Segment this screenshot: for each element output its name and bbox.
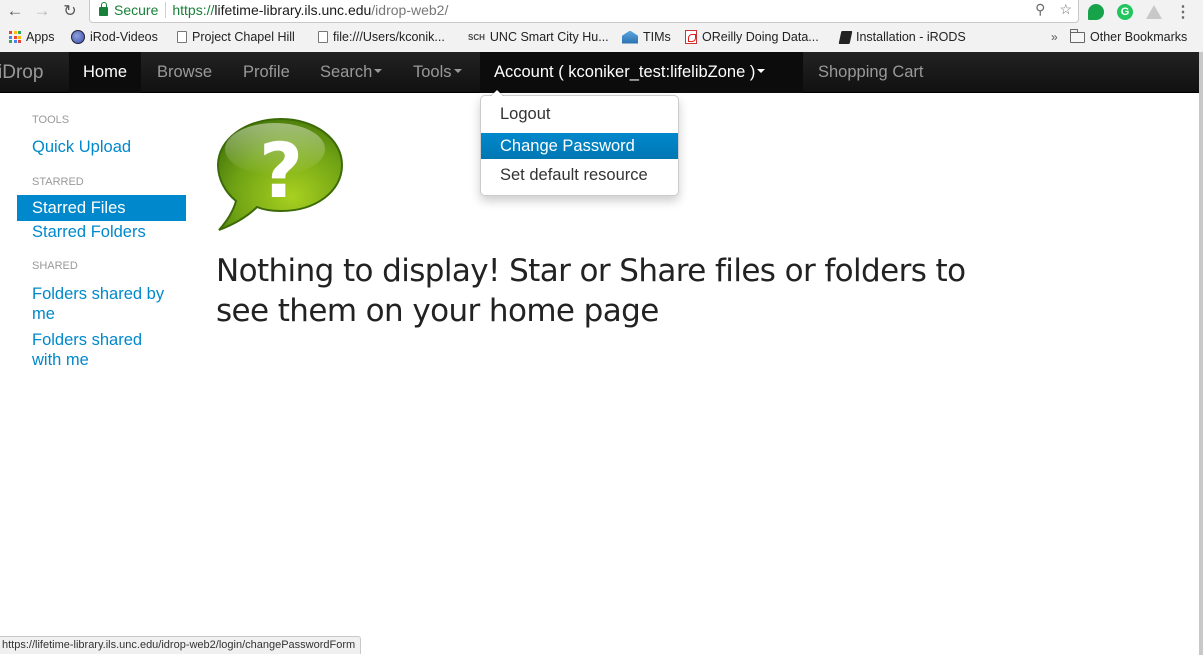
bookmark-unc-smart-city[interactable]: SCH UNC Smart City Hu...	[468, 30, 609, 44]
bookmarks-bar: Apps iRod-Videos Project Chapel Hill fil…	[0, 27, 1203, 49]
bookmark-label: iRod-Videos	[90, 30, 158, 44]
menu-dots-icon[interactable]: ⋮	[1175, 2, 1191, 22]
account-dropdown-menu: Logout Change Password Set default resou…	[480, 89, 679, 196]
nav-browse[interactable]: Browse	[143, 52, 226, 93]
nav-label: Account ( kconiker_test:lifelibZone )	[494, 63, 756, 81]
drive-icon[interactable]	[1146, 5, 1162, 19]
status-bar-url: https://lifetime-library.ils.unc.edu/idr…	[0, 636, 362, 654]
sidebar-item-folders-shared-with-me[interactable]: Folders shared with me	[17, 330, 157, 370]
menu-item-change-password[interactable]: Change Password	[481, 133, 678, 159]
lock-icon	[99, 2, 108, 16]
nav-tools[interactable]: Tools	[399, 52, 476, 93]
back-arrow-icon[interactable]: ←	[4, 0, 26, 22]
folder-icon	[1070, 28, 1085, 43]
sidebar-item-quick-upload[interactable]: Quick Upload	[17, 137, 186, 157]
bookmark-label: Installation - iRODS	[856, 30, 966, 44]
menu-item-set-default-resource[interactable]: Set default resource	[481, 159, 678, 191]
nav-account[interactable]: Account ( kconiker_test:lifelibZone )	[480, 52, 803, 93]
star-icon[interactable]: ☆	[1059, 1, 1072, 18]
sidebar-item-starred-folders[interactable]: Starred Folders	[17, 222, 186, 242]
bookmark-project-chapel-hill[interactable]: Project Chapel Hill	[177, 30, 295, 44]
browser-chrome: ← → ↻ Secure https://lifetime-library.il…	[0, 0, 1203, 52]
window-edge	[1199, 52, 1203, 655]
address-bar[interactable]: Secure https://lifetime-library.ils.unc.…	[89, 0, 1079, 23]
bookmark-apps[interactable]: Apps	[9, 30, 55, 44]
nav-label: Search	[320, 63, 373, 81]
bookmark-label: UNC Smart City Hu...	[489, 30, 609, 44]
other-bookmarks[interactable]: Other Bookmarks	[1070, 28, 1188, 44]
page-icon	[177, 31, 187, 43]
bookmark-irod-videos[interactable]: iRod-Videos	[71, 30, 158, 44]
caret-down-icon	[453, 69, 462, 74]
caret-down-icon	[757, 69, 766, 74]
nav-home[interactable]: Home	[69, 52, 142, 93]
bookmark-label: file:///Users/kconik...	[333, 30, 445, 44]
secure-label: Secure	[114, 2, 167, 18]
nav-label: Browse	[157, 63, 213, 81]
bookmark-label: Apps	[26, 30, 55, 44]
svg-text:?: ?	[259, 126, 303, 215]
sidebar-item-starred-files[interactable]: Starred Files	[17, 195, 186, 221]
bookmark-label: TIMs	[643, 30, 671, 44]
question-speech-bubble-icon: ?	[216, 117, 344, 231]
bookmark-installation-irods[interactable]: Installation - iRODS	[838, 30, 966, 44]
forward-arrow-icon[interactable]: →	[31, 0, 53, 22]
url-text[interactable]: https://lifetime-library.ils.unc.edu/idr…	[172, 2, 448, 18]
app-navbar: iDrop Home Browse Profile Search Tools A…	[0, 52, 1199, 93]
bookmarks-overflow-icon[interactable]: »	[1051, 30, 1058, 44]
other-bookmarks-label: Other Bookmarks	[1090, 30, 1188, 44]
sidebar-header-shared: SHARED	[32, 260, 78, 272]
brand-logo[interactable]: iDrop	[0, 52, 43, 93]
menu-item-logout[interactable]: Logout	[481, 101, 678, 133]
bookmark-label: OReilly Doing Data...	[702, 30, 819, 44]
bookmark-label: Project Chapel Hill	[192, 30, 295, 44]
nav-label: Shopping Cart	[818, 63, 924, 81]
browser-toolbar: ← → ↻ Secure https://lifetime-library.il…	[0, 0, 1203, 24]
irod-icon	[71, 30, 85, 44]
book-icon	[838, 30, 853, 44]
reload-icon[interactable]: ↻	[59, 0, 81, 22]
nav-search[interactable]: Search	[306, 52, 396, 93]
tims-icon	[622, 30, 638, 44]
extension-icon[interactable]	[1088, 4, 1104, 20]
sidebar: TOOLS Quick Upload STARRED Starred Files…	[17, 110, 186, 370]
sidebar-item-folders-shared-by-me[interactable]: Folders shared by me	[17, 284, 167, 324]
nav-label: Tools	[413, 63, 452, 81]
bookmark-tims[interactable]: TIMs	[622, 30, 671, 44]
nav-profile[interactable]: Profile	[229, 52, 304, 93]
empty-state-message: Nothing to display! Star or Share files …	[216, 253, 966, 329]
bookmark-oreilly[interactable]: OReilly Doing Data...	[685, 30, 819, 44]
nav-label: Home	[83, 63, 128, 81]
page-icon	[318, 31, 328, 43]
url-path: /idrop-web2/	[371, 2, 449, 18]
key-icon[interactable]: ⚲	[1035, 1, 1045, 18]
url-host: lifetime-library.ils.unc.edu	[214, 2, 372, 18]
apps-grid-icon	[9, 31, 21, 43]
nav-shopping-cart[interactable]: Shopping Cart	[804, 52, 938, 93]
grammarly-icon[interactable]: G	[1117, 4, 1133, 20]
sch-icon: SCH	[468, 32, 485, 42]
bookmark-file-users[interactable]: file:///Users/kconik...	[318, 30, 445, 44]
sidebar-header-starred: STARRED	[32, 176, 84, 188]
caret-down-icon	[374, 69, 383, 74]
url-scheme: https://	[172, 2, 215, 18]
sidebar-header-tools: TOOLS	[32, 114, 70, 126]
nav-label: Profile	[243, 63, 290, 81]
pdf-icon	[685, 30, 697, 44]
